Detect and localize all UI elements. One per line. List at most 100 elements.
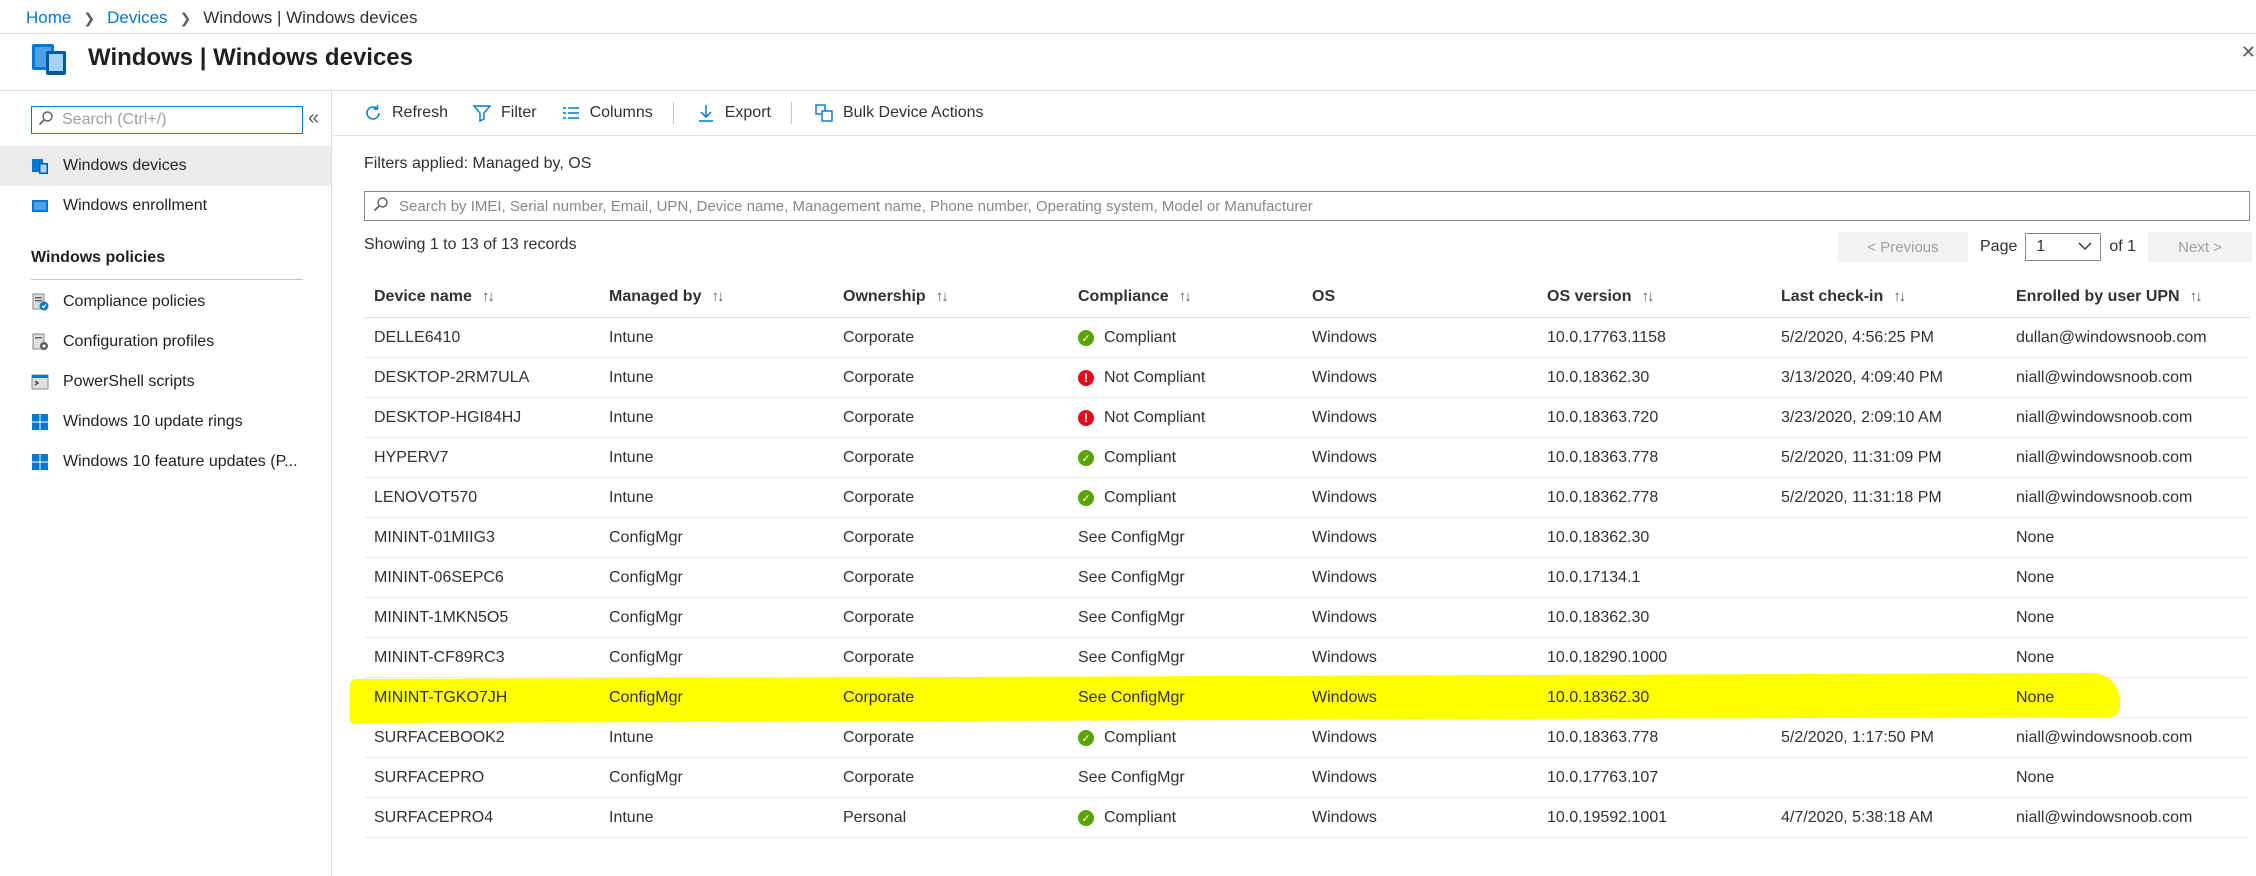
managed-by-cell: Intune (609, 449, 653, 467)
sidebar-item-feature-updates[interactable]: Windows 10 feature updates (P... (0, 442, 331, 482)
bulk-device-actions-button[interactable]: Bulk Device Actions (814, 103, 984, 123)
cell-text: Corporate (843, 329, 915, 346)
column-header-device-name[interactable]: Device name ↑↓ (374, 288, 495, 306)
compliance-cell: See ConfigMgr (1078, 529, 1185, 547)
columns-button[interactable]: Columns (561, 103, 653, 123)
table-body: DELLE6410 Intune Corporate ✓ Compliant Window… (364, 318, 2250, 838)
device-name-cell[interactable]: SURFACEBOOK2 (374, 729, 505, 747)
column-header-last-check-in[interactable]: Last check-in ↑↓ (1781, 288, 1906, 306)
table-row[interactable]: SURFACEPRO4 Intune Personal ✓ Compliant Windo… (364, 798, 2250, 838)
os-cell: Windows (1312, 609, 1377, 627)
cell-text: DELLE6410 (374, 329, 461, 346)
collapse-icon[interactable]: « (308, 107, 319, 130)
filters-applied[interactable]: Filters applied: Managed by, OS (364, 155, 591, 173)
column-header-os[interactable]: OS (1312, 288, 1335, 306)
cell-text: MININT-TGKO7JH (374, 689, 508, 706)
device-search-input[interactable] (399, 197, 2239, 215)
table-row[interactable]: LENOVOT570 Intune Corporate ✓ Compliant Windo… (364, 478, 2250, 518)
refresh-label: Refresh (392, 104, 449, 121)
table-row[interactable]: SURFACEPRO ConfigMgr Corporate See ConfigMg… (364, 758, 2250, 798)
sidebar-item-windows-enrollment[interactable]: Windows enrollment (0, 186, 331, 226)
device-name-cell[interactable]: MININT-1MKN5O5 (374, 609, 508, 627)
device-name-cell[interactable]: DESKTOP-HGI84HJ (374, 409, 521, 427)
sidebar-item-windows-devices[interactable]: Windows devices (0, 146, 331, 186)
table-row[interactable]: DESKTOP-HGI84HJ Intune Corporate! Not Compl… (364, 398, 2250, 438)
table-row[interactable]: DELLE6410 Intune Corporate ✓ Compliant Window… (364, 318, 2250, 358)
breadcrumb-home-link[interactable]: Home (26, 8, 71, 28)
cell-text: MININT-01MIIG3 (374, 529, 495, 546)
table-row[interactable]: MININT-TGKO7JH ConfigMgr Corporate See Conf… (364, 678, 2250, 718)
compliance-cell: See ConfigMgr (1078, 649, 1185, 667)
sidebar-item-label: Windows devices (63, 157, 187, 174)
ownership-cell: Corporate (843, 569, 914, 587)
page-select[interactable]: 1 (2025, 233, 2102, 261)
device-name-cell[interactable]: HYPERV7 (374, 449, 448, 467)
table-row[interactable]: MININT-1MKN5O5 ConfigMgr Corporate See Conf… (364, 598, 2250, 638)
devices-icon (30, 38, 70, 78)
sidebar-item-powershell-scripts[interactable]: PowerShell scripts (0, 362, 331, 402)
os-cell: Windows (1312, 529, 1377, 547)
table-header: Device name ↑↓ Managed by ↑↓ Ownership ↑↓ C… (364, 278, 2250, 318)
column-header-os-version[interactable]: OS version ↑↓ (1547, 288, 1654, 306)
cell-text: dullan@windowsnoob.com (2016, 329, 2207, 346)
bulk-actions-icon (814, 103, 834, 123)
cell-text: Windows (1312, 649, 1377, 666)
device-name-cell[interactable]: MININT-06SEPC6 (374, 569, 504, 587)
sidebar-item-update-rings[interactable]: Windows 10 update rings (0, 402, 331, 442)
column-header-enrolled-by[interactable]: Enrolled by user UPN ↑↓ (2016, 288, 2203, 306)
device-name-cell[interactable]: SURFACEPRO4 (374, 809, 493, 827)
device-name-cell[interactable]: MININT-CF89RC3 (374, 649, 505, 667)
export-button[interactable]: Export (696, 103, 771, 123)
os-version-cell: 10.0.18362.30 (1547, 369, 1649, 387)
page-label: Page (1980, 238, 2018, 255)
sort-icon: ↑↓ (1641, 288, 1654, 305)
column-label: Compliance (1078, 288, 1169, 305)
last-check-in-cell: 5/2/2020, 4:56:25 PM (1781, 329, 1934, 347)
column-header-compliance[interactable]: Compliance ↑↓ (1078, 288, 1192, 306)
column-header-managed-by[interactable]: Managed by ↑↓ (609, 288, 724, 306)
refresh-button[interactable]: Refresh (363, 103, 448, 123)
table-row[interactable]: DESKTOP-2RM7ULA Intune Corporate! Not Compl… (364, 358, 2250, 398)
device-name-cell[interactable]: LENOVOT570 (374, 489, 477, 507)
device-name-cell[interactable]: MININT-01MIIG3 (374, 529, 495, 547)
column-header-ownership[interactable]: Ownership ↑↓ (843, 288, 949, 306)
cell-text: Not Compliant (1104, 369, 1206, 386)
os-version-cell: 10.0.18290.1000 (1547, 649, 1667, 667)
table-row[interactable]: MININT-01MIIG3 ConfigMgr Corporate See Conf… (364, 518, 2250, 558)
compliance-policy-icon (31, 293, 49, 311)
table-row[interactable]: MININT-06SEPC6 ConfigMgr Corporate See Conf… (364, 558, 2250, 598)
sidebar-item-compliance-policies[interactable]: Compliance policies (0, 282, 331, 322)
os-cell: Windows (1312, 649, 1377, 667)
breadcrumb-devices-link[interactable]: Devices (107, 8, 167, 28)
os-version-cell: 10.0.19592.1001 (1547, 809, 1667, 827)
os-cell: Windows (1312, 729, 1377, 747)
table-row[interactable]: SURFACEBOOK2 Intune Corporate ✓ Compliant Win… (364, 718, 2250, 758)
ownership-cell: Corporate (843, 329, 914, 347)
device-name-cell[interactable]: MININT-TGKO7JH (374, 689, 507, 707)
device-name-cell[interactable]: DESKTOP-2RM7ULA (374, 369, 529, 387)
cell-text: Windows (1312, 369, 1377, 386)
cell-text: ConfigMgr (609, 769, 683, 786)
table-row[interactable]: HYPERV7 Intune Corporate ✓ Compliant Windows 1… (364, 438, 2250, 478)
compliance-cell: See ConfigMgr (1078, 569, 1185, 587)
os-version-cell: 10.0.18362.30 (1547, 689, 1649, 707)
os-cell: Windows (1312, 409, 1377, 427)
device-name-cell[interactable]: SURFACEPRO (374, 769, 484, 787)
sidebar-item-configuration-profiles[interactable]: Configuration profiles (0, 322, 331, 362)
cell-text: 3/13/2020, 4:09:40 PM (1781, 369, 1943, 386)
previous-button[interactable]: < Previous (1838, 232, 1968, 262)
download-icon (696, 103, 716, 123)
os-version-cell: 10.0.18363.778 (1547, 449, 1658, 467)
os-cell: Windows (1312, 489, 1377, 507)
cell-text: Corporate (843, 529, 915, 546)
device-name-cell[interactable]: DELLE6410 (374, 329, 460, 347)
cell-text: MININT-1MKN5O5 (374, 609, 509, 626)
table-row[interactable]: MININT-CF89RC3 ConfigMgr Corporate See Conf… (364, 638, 2250, 678)
close-icon[interactable]: ✕ (2241, 42, 2256, 63)
nav-search-input[interactable] (62, 111, 292, 129)
next-button[interactable]: Next > (2148, 232, 2253, 262)
cell-text: HYPERV7 (374, 449, 449, 466)
filter-button[interactable]: Filter (472, 103, 537, 123)
cell-text: None (2016, 609, 2055, 626)
cell-text: Windows (1312, 769, 1377, 786)
